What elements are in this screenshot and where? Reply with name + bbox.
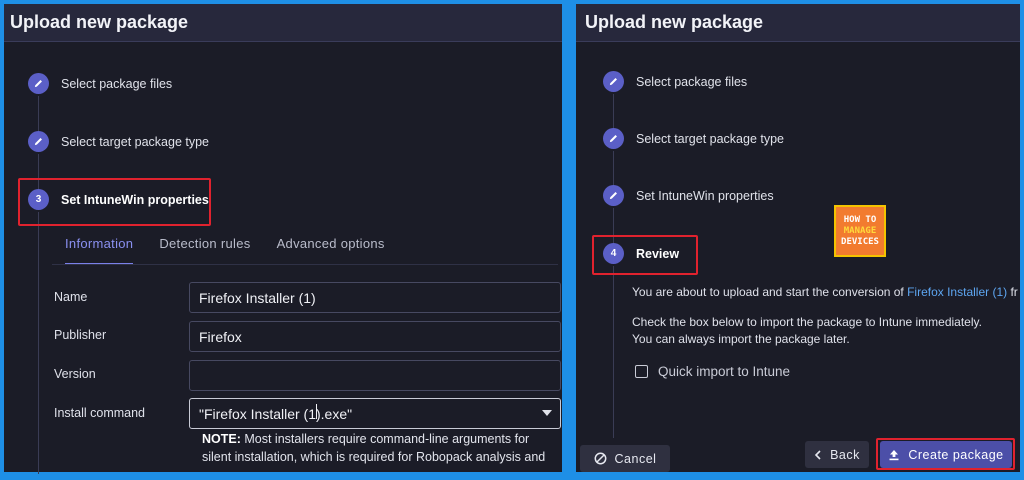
step-label: Select target package type (61, 134, 210, 149)
install-command-note: NOTE: Most installers require command-li… (202, 430, 554, 466)
step-set-intunewin-properties[interactable]: Set IntuneWin properties (603, 185, 774, 206)
package-link[interactable]: Firefox Installer (1) (907, 285, 1007, 299)
logo-line: DEVICES (841, 236, 879, 247)
install-command-value: "Firefox Installer (1).exe" (199, 405, 353, 422)
step-connector (38, 212, 39, 474)
summary-prefix: You are about to upload and start the co… (632, 285, 908, 299)
quick-import-checkbox[interactable] (635, 365, 648, 378)
name-label: Name (54, 290, 88, 304)
step-select-target-package-type[interactable]: Select target package type (603, 128, 784, 149)
text-cursor (316, 404, 317, 419)
logo-line: MANAGE (843, 225, 877, 236)
chevron-down-icon[interactable] (542, 410, 552, 416)
dialog-title: Upload new package (576, 4, 1020, 42)
pencil-icon (603, 185, 624, 206)
name-input[interactable]: Firefox Installer (1) (189, 282, 561, 313)
step-label: Select package files (61, 76, 173, 91)
name-value: Firefox Installer (1) (199, 289, 316, 306)
step-label: Select package files (636, 74, 748, 89)
review-hint: You can always import the package later. (632, 332, 850, 346)
quick-import-label: Quick import to Intune (658, 364, 791, 379)
summary-suffix: fr (1007, 285, 1018, 299)
dialog-title: Upload new package (4, 4, 562, 42)
quick-import-option[interactable]: Quick import to Intune (635, 364, 790, 379)
tab-information[interactable]: Information (65, 230, 134, 265)
step-label: Set IntuneWin properties (636, 188, 774, 203)
pencil-icon (28, 73, 49, 94)
version-input[interactable] (189, 360, 561, 391)
note-text: Most installers require command-line arg… (202, 432, 546, 464)
property-tabs: Information Detection rules Advanced opt… (52, 230, 398, 265)
pencil-icon (603, 71, 624, 92)
back-label: Back (830, 447, 860, 462)
version-label: Version (54, 367, 96, 381)
highlight-box (18, 178, 211, 226)
cancel-label: Cancel (614, 451, 657, 466)
note-prefix: NOTE: (202, 432, 241, 446)
publisher-value: Firefox (199, 328, 242, 345)
cancel-icon (594, 452, 606, 465)
step-connector (613, 266, 614, 438)
pencil-icon (28, 131, 49, 152)
review-instruction: Check the box below to import the packag… (632, 315, 982, 329)
logo-line: HOW TO (843, 214, 877, 225)
step-select-target-package-type[interactable]: Select target package type (28, 131, 209, 152)
back-button[interactable]: Back (805, 441, 869, 468)
chevron-left-icon (814, 449, 821, 460)
step-select-package-files[interactable]: Select package files (603, 71, 747, 92)
highlight-box (876, 438, 1015, 470)
tabs-divider (52, 264, 558, 265)
tab-detection-rules[interactable]: Detection rules (159, 230, 250, 265)
cancel-button[interactable]: Cancel (580, 445, 670, 472)
step-select-package-files[interactable]: Select package files (28, 73, 172, 94)
step-label: Select target package type (636, 131, 785, 146)
publisher-input[interactable]: Firefox (189, 321, 561, 352)
install-command-select[interactable]: "Firefox Installer (1).exe" (189, 398, 561, 429)
publisher-label: Publisher (54, 328, 107, 342)
review-summary: You are about to upload and start the co… (632, 285, 1018, 299)
tab-advanced-options[interactable]: Advanced options (277, 230, 385, 265)
highlight-box (592, 235, 698, 275)
install-command-label: Install command (54, 406, 146, 420)
howto-logo: HOW TO MANAGE DEVICES (834, 205, 886, 257)
pencil-icon (603, 128, 624, 149)
